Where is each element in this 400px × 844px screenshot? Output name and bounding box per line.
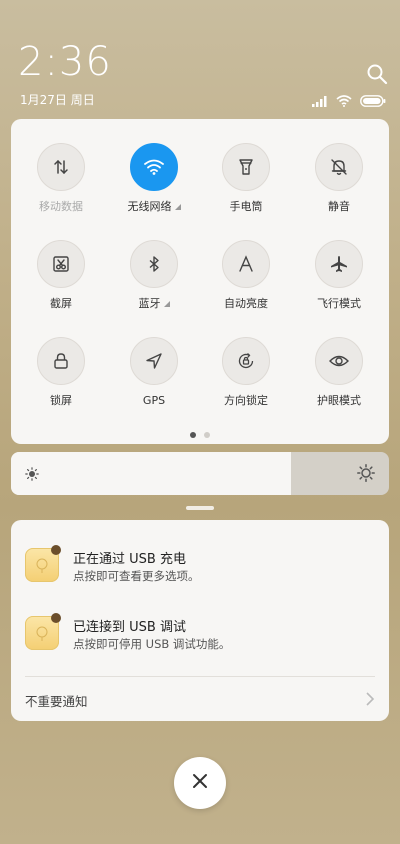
status-icons <box>312 92 386 111</box>
tile-label-text: 护眼模式 <box>317 394 361 407</box>
rotation-lock-icon <box>222 337 270 385</box>
usb-notification-app-icon <box>25 545 61 582</box>
clock-date: 1月27日 周日 <box>20 93 95 107</box>
tile-lock[interactable]: 锁屏 <box>15 337 107 408</box>
lock-icon <box>37 337 85 385</box>
tile-label-text: 截屏 <box>50 297 72 310</box>
brightness-low-icon <box>25 466 39 485</box>
tile-label: 护眼模式 <box>293 394 385 408</box>
tile-label-text: 无线网络 <box>127 200 172 213</box>
divider <box>25 676 375 677</box>
wifi-icon <box>130 143 178 191</box>
tile-eye[interactable]: 护眼模式 <box>293 337 385 408</box>
chevron-right-icon[interactable] <box>365 691 375 711</box>
tile-mute-bell[interactable]: 静音 <box>293 143 385 214</box>
notification-title: 正在通过 USB 充电 <box>73 552 186 567</box>
tile-label: 蓝牙 <box>108 297 200 311</box>
close-icon <box>192 773 208 793</box>
search-icon[interactable] <box>366 63 388 85</box>
tile-label-text: 移动数据 <box>39 200 83 213</box>
tile-label: 方向锁定 <box>200 394 292 408</box>
tile-label-text: 蓝牙 <box>138 297 161 310</box>
bluetooth-icon <box>130 240 178 288</box>
notification-usb-charging[interactable]: 正在通过 USB 充电 点按即可查看更多选项。 <box>25 545 375 590</box>
quick-settings-panel: 移动数据 无线网络 手电筒 静音截屏 蓝牙 自动亮度 飞行模式锁屏 GPS 方向锁定 护眼模式 <box>11 119 389 444</box>
notification-title: 已连接到 USB 调试 <box>73 620 186 635</box>
usb-debug-notification-app-icon <box>25 613 61 650</box>
clear-notifications-button[interactable] <box>174 757 226 809</box>
notification-usb-debugging[interactable]: 已连接到 USB 调试 点按即可停用 USB 调试功能。 <box>25 613 375 658</box>
flashlight-icon <box>222 143 270 191</box>
tile-airplane[interactable]: 飞行模式 <box>293 240 385 311</box>
tile-label: 移动数据 <box>15 200 107 214</box>
tile-wifi[interactable]: 无线网络 <box>108 143 200 214</box>
brightness-fill <box>11 452 291 495</box>
tile-label-text: 飞行模式 <box>317 297 361 310</box>
page-dot <box>190 432 196 438</box>
eye-icon <box>315 337 363 385</box>
tile-label: 飞行模式 <box>293 297 385 311</box>
tile-label: 静音 <box>293 200 385 214</box>
tile-label-text: 手电筒 <box>229 200 263 213</box>
gps-icon <box>130 337 178 385</box>
tile-gps[interactable]: GPS <box>108 337 200 408</box>
signal-icon <box>312 92 328 111</box>
page-dot <box>204 432 210 438</box>
tile-bluetooth[interactable]: 蓝牙 <box>108 240 200 311</box>
clock-time: 2:36 <box>18 39 112 85</box>
tile-label-text: GPS <box>142 394 166 407</box>
page-indicator <box>190 432 210 438</box>
auto-brightness-icon <box>222 240 270 288</box>
tile-label-text: 静音 <box>328 200 350 213</box>
tile-label: 锁屏 <box>15 394 107 408</box>
expand-corner-icon <box>163 301 170 307</box>
tile-label-text: 自动亮度 <box>224 297 268 310</box>
drag-handle[interactable] <box>186 506 214 510</box>
tile-label: 截屏 <box>15 297 107 311</box>
mobile-data-icon <box>37 143 85 191</box>
notification-card: 正在通过 USB 充电 点按即可查看更多选项。 已连接到 USB 调试 点按即可… <box>11 520 389 721</box>
expand-corner-icon <box>174 204 181 210</box>
tile-label: GPS <box>108 394 200 408</box>
unimportant-notifications-link[interactable]: 不重要通知 <box>25 691 88 710</box>
tile-screenshot[interactable]: 截屏 <box>15 240 107 311</box>
tile-auto-brightness[interactable]: 自动亮度 <box>200 240 292 311</box>
tile-label-text: 方向锁定 <box>224 394 268 407</box>
mute-bell-icon <box>315 143 363 191</box>
tile-label-text: 锁屏 <box>50 394 72 407</box>
tile-rotation-lock[interactable]: 方向锁定 <box>200 337 292 408</box>
airplane-icon <box>315 240 363 288</box>
notification-subtitle: 点按即可停用 USB 调试功能。 <box>73 637 231 651</box>
tile-flashlight[interactable]: 手电筒 <box>200 143 292 214</box>
notification-subtitle: 点按即可查看更多选项。 <box>73 569 200 583</box>
tile-label: 无线网络 <box>108 200 200 214</box>
brightness-high-icon <box>357 464 375 486</box>
screenshot-icon <box>37 240 85 288</box>
tile-mobile-data[interactable]: 移动数据 <box>15 143 107 214</box>
wifi-status-icon <box>336 92 352 111</box>
brightness-slider[interactable] <box>11 452 389 495</box>
battery-icon <box>360 92 386 111</box>
tile-label: 自动亮度 <box>200 297 292 311</box>
tile-label: 手电筒 <box>200 200 292 214</box>
